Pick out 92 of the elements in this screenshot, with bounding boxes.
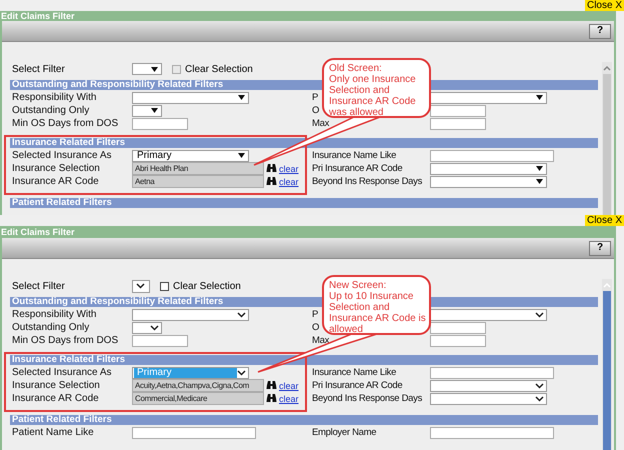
caret-down-icon [238,95,245,100]
input-field[interactable] [132,334,188,346]
scroll-thumb[interactable] [603,74,611,215]
callout-text: was allowed [329,107,384,118]
clear-link[interactable]: clear [279,164,299,174]
field-label: P [312,92,318,103]
field-label: Outstanding Only [12,322,90,333]
field-label: Selected Insurance As [12,367,112,378]
input-field[interactable] [430,118,486,130]
help-button[interactable]: ? [589,24,611,38]
dropdown[interactable] [132,322,162,334]
field-label: Beyond Ins Response Days [312,393,422,404]
field-label: Min OS Days from DOS [12,118,118,129]
caret-down-icon [536,95,543,100]
field-label: Responsibility With [12,92,96,103]
input-field[interactable] [430,426,554,438]
lookup-field[interactable]: Commercial,Medicare [132,392,264,405]
caret-down-icon [238,153,245,158]
field-label: Insurance Selection [12,163,100,174]
field-label: Pri Insurance AR Code [312,163,402,174]
clear-link[interactable]: clear [279,380,299,390]
field-label: Max [312,335,330,346]
section-header: Insurance Related Filters [10,355,598,365]
field-label: Insurance Name Like [312,367,396,378]
section-header: Insurance Related Filters [10,138,598,148]
checkbox[interactable] [172,64,181,74]
field-label: Select Filter [12,64,66,74]
window-title-bar: Edit Claims Filter [0,226,616,238]
field-label: O [312,322,320,333]
input-field[interactable] [132,118,188,130]
dropdown[interactable] [132,63,162,75]
field-label: Responsibility With [12,309,96,320]
clear-link[interactable]: clear [279,394,299,404]
scroll-up-icon[interactable] [603,64,611,72]
callout-text: Insurance AR Code [329,96,417,107]
close-button[interactable]: Close X [584,0,624,11]
field-label: O [312,105,320,116]
field-label: Outstanding Only [12,105,90,116]
input-field[interactable] [430,366,554,378]
section-header: Patient Related Filters [10,198,598,208]
field-label: Insurance AR Code [12,176,99,187]
field-label: Insurance AR Code [12,393,99,404]
chevron-down-icon [237,312,246,318]
chevron-down-icon [150,324,159,330]
dropdown[interactable] [132,280,150,292]
checkbox-label: Clear Selection [185,64,253,74]
input-field[interactable] [132,426,256,438]
scroll-thumb[interactable] [603,291,611,450]
window-title-bar: Edit Claims Filter [0,11,616,21]
input-field[interactable] [430,334,486,346]
field-label: Min OS Days from DOS [12,335,118,346]
help-button[interactable]: ? [589,240,611,256]
caret-down-icon [536,166,543,171]
field-label: Patient Name Like [12,427,94,438]
binoculars-icon[interactable] [266,394,277,403]
field-label: Select Filter [12,280,66,292]
close-button[interactable]: Close X [584,215,624,226]
callout-text: New Screen: [329,280,388,291]
field-label: Employer Name [312,427,376,438]
dropdown[interactable]: Primary [132,150,249,162]
input-field[interactable] [430,150,554,162]
field-label: Selected Insurance As [12,150,112,161]
lookup-field[interactable]: Acuity,Aetna,Champva,Cigna,Com [132,379,264,392]
field-label: Pri Insurance AR Code [312,380,402,391]
section-header: Patient Related Filters [10,415,598,425]
caret-down-icon [536,179,543,184]
chevron-down-icon [237,370,246,376]
dropdown-value: Primary [134,368,237,378]
field-label: P [312,309,318,320]
field-label: Beyond Ins Response Days [312,176,422,187]
caret-down-icon [151,108,158,113]
binoculars-icon[interactable] [266,381,277,390]
clear-link[interactable]: clear [279,176,299,186]
field-label: Insurance Name Like [312,150,396,161]
field-label: Max [312,118,330,129]
binoculars-icon[interactable] [266,164,277,173]
callout-text: Insurance AR Code is [329,313,427,324]
chevron-down-icon [136,283,144,289]
lookup-field[interactable]: Aetna [132,175,264,188]
input-field[interactable] [430,322,486,334]
dropdown-value: Primary [136,150,172,160]
callout-text: Old Screen: [329,63,383,74]
field-label: Insurance Selection [12,380,100,391]
binoculars-icon[interactable] [266,177,277,186]
lookup-field[interactable]: Abri Health Plan [132,162,264,175]
caret-down-icon [151,66,158,72]
checkbox[interactable] [160,282,169,290]
checkbox-label: Clear Selection [173,280,241,292]
callout-text: allowed [329,324,364,335]
input-field[interactable] [430,104,486,116]
chevron-down-icon [535,312,544,318]
dropdown[interactable] [132,104,162,116]
